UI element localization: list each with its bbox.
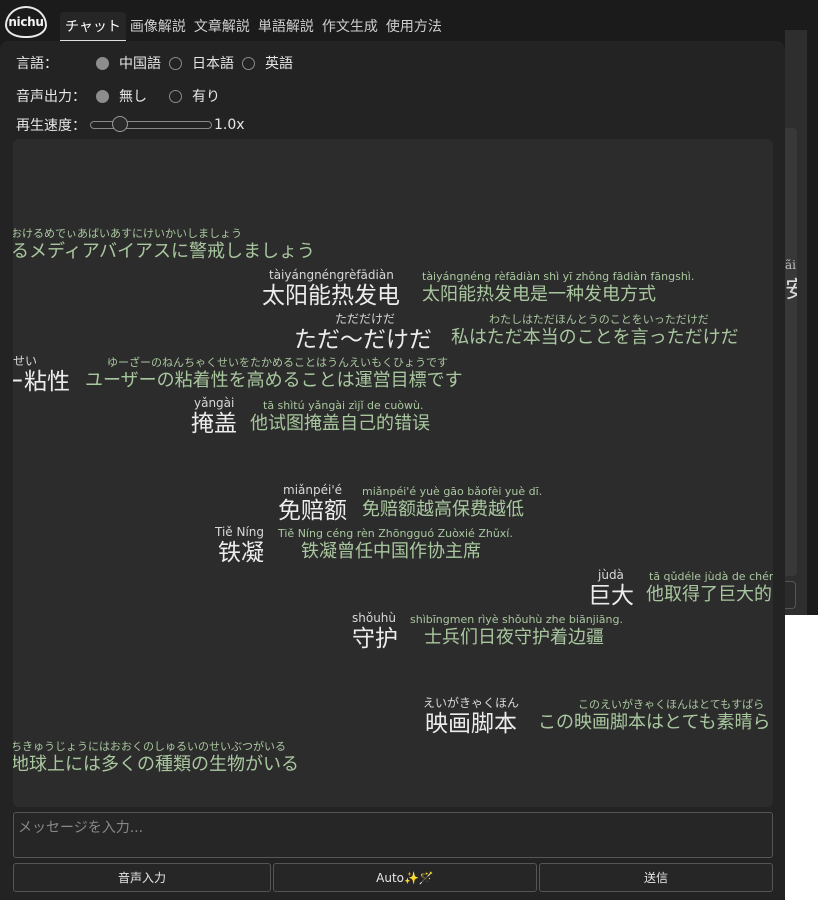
sentence-text: るメディアバイアスに警戒しましょう [13,241,316,262]
word-item[interactable]: ただだけだ ただ～だけだ [294,312,432,354]
word-text: 守护 [352,626,398,652]
playback-speed-slider[interactable] [90,116,212,132]
voice-option-off[interactable]: 無し [119,86,147,106]
word-item[interactable]: miǎnpéi'é 免赔额 [278,483,347,525]
tab-usage[interactable]: 使用方法 [382,12,446,42]
chat-panel: 言語： 中国語 日本語 英語 音声出力： 無し 有り 再生速度： 1.0x おけ… [0,41,785,900]
playback-speed-setting: 再生速度： 1.0x [16,115,245,135]
language-setting: 言語： 中国語 日本語 英語 [16,53,293,73]
sentence-text: 他试图掩盖自己的错误 [250,413,430,434]
word-text: 免赔额 [278,498,347,524]
word-reading: tàiyángnéngrèfādiàn [269,268,394,282]
word-item[interactable]: shǒuhù 守护 [352,611,398,653]
tab-word-explain[interactable]: 単語解説 [254,12,318,42]
sentence-text: 士兵们日夜守护着边疆 [424,627,604,648]
auto-button[interactable]: Auto✨🪄 [273,863,537,892]
sentence-item[interactable]: tàiyángnéng rèfādiàn shì yī zhǒng fādiàn… [422,270,694,307]
sentence-reading: tā qǔdéle jùdà de chén [649,570,773,583]
sentence-reading: tàiyángnéng rèfādiàn shì yī zhǒng fādiàn… [422,270,695,283]
voice-input-button[interactable]: 音声入力 [13,863,271,892]
word-reading: shǒuhù [352,611,397,625]
word-item[interactable]: tàiyángnéngrèfādiàn 太阳能热发电 [262,268,400,310]
sentence-item[interactable]: このえいがきゃくほんはとてもすばら この映画脚本はとても素晴ら [538,698,771,735]
tab-chat[interactable]: チャット [60,12,126,42]
sentence-reading: shìbīngmen rìyè shǒuhù zhe biānjiāng. [410,613,623,626]
sentence-text: 免赔额越高保费越低 [362,499,524,520]
language-radio-japanese[interactable] [169,56,182,70]
background-window-panel [785,128,797,576]
word-reading: んせい [13,354,38,368]
word-reading: jùdà [598,568,624,582]
playback-speed-value: 1.0x [214,117,245,133]
language-option-chinese[interactable]: 中国語 [119,53,161,73]
sentence-item[interactable]: miǎnpéi'é yuè gāo bǎofèi yuè dī. 免赔额越高保费… [362,485,542,522]
sentence-item[interactable]: Tiě Níng céng rèn Zhōngguó Zuòxié Zhǔxí.… [278,527,513,564]
word-reading: yǎngài [194,396,235,410]
word-item[interactable]: yǎngài 掩盖 [191,396,237,438]
app-logo[interactable]: nichu [5,6,47,38]
word-reading: ただだけだ [335,312,396,326]
sentence-text: 铁凝曾任中国作协主席 [301,541,481,562]
sentence-item[interactable]: tā shìtú yǎngài zìjǐ de cuòwù. 他试图掩盖自己的错… [250,399,430,436]
word-text: 太阳能热发电 [262,283,400,309]
vocabulary-cloud: おけるめでぃあばいあすにけいかいしましょう るメディアバイアスに警戒しましょう … [13,139,773,807]
word-reading: Tiě Níng [215,525,265,539]
playback-speed-thumb[interactable] [112,116,128,132]
language-option-japanese[interactable]: 日本語 [192,53,234,73]
sentence-item[interactable]: shìbīngmen rìyè shǒuhù zhe biānjiāng. 士兵… [410,613,623,650]
sentence-text: この映画脚本はとても素晴ら [538,712,771,733]
language-radio-chinese[interactable] [96,56,109,70]
voice-option-on[interactable]: 有り [192,86,220,106]
voice-output-label: 音声出力： [16,89,86,105]
word-text: ただ～だけだ [294,327,432,353]
tab-composition[interactable]: 作文生成 [318,12,382,42]
sentence-item[interactable]: ゆーざーのねんちゃくせいをたかめることはうんえいもくひょうです ユーザーの粘着性… [85,356,463,393]
sentence-text: 私はただ本当のことを言っただけだ [451,327,739,348]
sentence-reading: Tiě Níng céng rèn Zhōngguó Zuòxié Zhǔxí. [278,527,513,540]
voice-radio-on[interactable] [169,89,182,103]
word-reading: miǎnpéi'é [283,483,342,497]
sentence-item[interactable]: わたしはただほんとうのことをいっただけだ 私はただ本当のことを言っただけだ [451,313,739,350]
word-item[interactable]: んせい ー粘性 [13,354,70,396]
tab-bar: チャット 画像解説 文章解説 単語解説 作文生成 使用方法 [60,12,446,42]
word-item[interactable]: jùdà 巨大 [588,568,634,610]
sentence-reading: わたしはただほんとうのことをいっただけだ [489,313,709,326]
word-text: 掩盖 [191,411,237,437]
background-window-word: 安 [785,277,797,303]
word-text: 铁凝 [218,540,264,566]
language-label: 言語： [16,56,58,72]
language-option-english[interactable]: 英語 [265,53,293,73]
language-radio-english[interactable] [242,56,255,70]
tab-image-explain[interactable]: 画像解説 [126,12,190,42]
voice-radio-off[interactable] [96,89,109,103]
word-item[interactable]: Tiě Níng 铁凝 [215,525,264,567]
sentence-reading: このえいがきゃくほんはとてもすばら [578,698,765,711]
sentence-text: 他取得了巨大的 [646,584,772,605]
background-window-button [785,581,796,609]
word-reading: えいがきゃくほん [423,696,520,710]
voice-output-setting: 音声出力： 無し 有り [16,86,220,106]
sentence-text: 地球上には多くの種類の生物がいる [13,754,299,775]
word-text: ー粘性 [13,369,70,395]
desktop-background [785,615,818,900]
tab-text-explain[interactable]: 文章解説 [190,12,254,42]
word-item[interactable]: えいがきゃくほん 映画脚本 [423,696,519,738]
sentence-text: 太阳能热发电是一种发电方式 [422,284,656,305]
send-button[interactable]: 送信 [539,863,773,892]
sentence-reading: ちきゅうじょうにはおおくのしゅるいのせいぶつがいる [13,740,286,753]
sentence-reading: miǎnpéi'é yuè gāo bǎofèi yuè dī. [362,485,543,498]
playback-speed-label: 再生速度： [16,118,86,134]
message-input[interactable] [13,812,773,858]
sentence-item[interactable]: ちきゅうじょうにはおおくのしゅるいのせいぶつがいる 地球上には多くの種類の生物が… [13,740,299,777]
sentence-reading: ゆーざーのねんちゃくせいをたかめることはうんえいもくひょうです [107,356,448,369]
sentence-text: ユーザーの粘着性を高めることは運営目標です [85,370,463,391]
sentence-item[interactable]: tā qǔdéle jùdà de chén 他取得了巨大的 [646,570,773,607]
word-text: 映画脚本 [425,711,517,737]
word-text: 巨大 [588,583,634,609]
sentence-reading: おけるめでぃあばいあすにけいかいしましょう [13,227,242,240]
sentence-reading: tā shìtú yǎngài zìjǐ de cuòwù. [263,399,424,412]
sentence-item[interactable]: おけるめでぃあばいあすにけいかいしましょう るメディアバイアスに警戒しましょう [13,227,315,264]
